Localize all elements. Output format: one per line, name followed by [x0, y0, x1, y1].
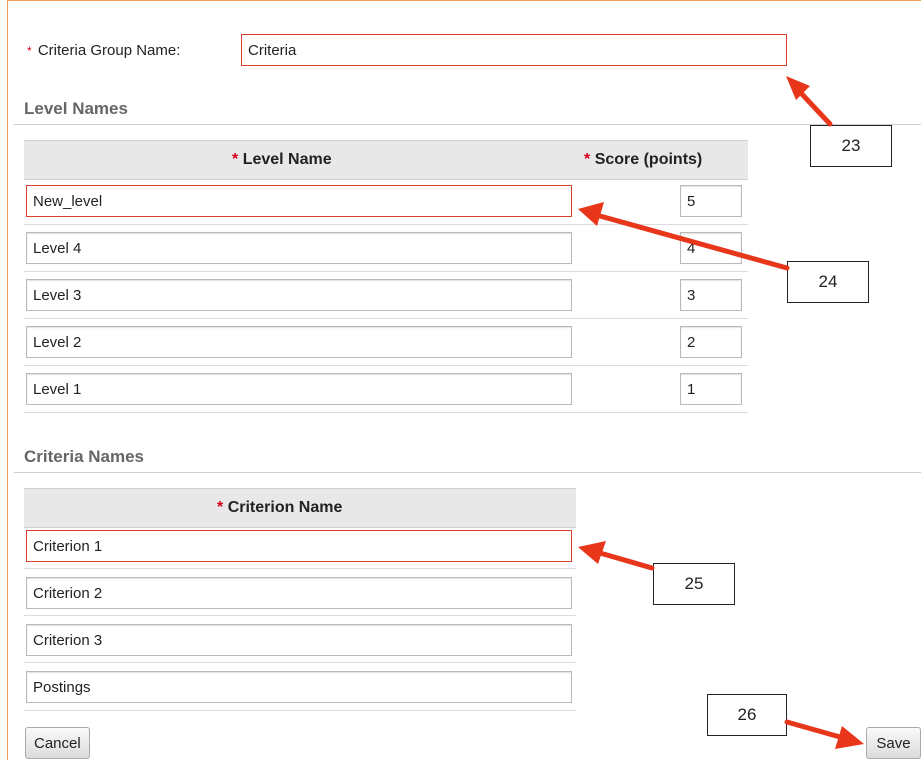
level-name-input[interactable]	[26, 279, 572, 311]
level-score-input[interactable]	[680, 326, 742, 358]
callout-26: 26	[707, 694, 787, 736]
criterion-name-input[interactable]	[26, 624, 572, 656]
row-divider	[24, 365, 748, 366]
criteria-group-label: * Criteria Group Name:	[27, 42, 180, 59]
row-divider	[24, 271, 748, 272]
criteria-table-header: * Criterion Name	[24, 488, 576, 528]
row-divider	[24, 568, 576, 569]
cancel-button[interactable]: Cancel	[25, 727, 90, 759]
level-score-input[interactable]	[680, 185, 742, 217]
levels-table-header: * Level Name * Score (points)	[24, 140, 748, 180]
level-name-input[interactable]	[26, 373, 572, 405]
criteria-group-label-text: Criteria Group Name:	[37, 42, 181, 59]
callout-24: 24	[787, 261, 869, 303]
row-divider	[24, 224, 748, 225]
criteria-names-divider	[14, 472, 921, 473]
level-names-divider	[14, 124, 921, 125]
level-name-input[interactable]	[26, 232, 572, 264]
level-score-input[interactable]	[680, 373, 742, 405]
level-name-column-label: Level Name	[242, 151, 332, 168]
level-score-input[interactable]	[680, 279, 742, 311]
row-divider	[24, 615, 576, 616]
save-button[interactable]: Save	[866, 727, 921, 759]
criteria-group-name-input[interactable]	[241, 34, 787, 66]
score-column-label: Score (points)	[594, 151, 703, 168]
callout-25: 25	[653, 563, 735, 605]
row-divider	[24, 412, 748, 413]
level-name-column-header: * Level Name	[232, 151, 332, 169]
required-marker: *	[232, 151, 239, 168]
callout-23: 23	[810, 125, 892, 167]
level-names-heading: Level Names	[24, 99, 128, 118]
row-divider	[24, 318, 748, 319]
criteria-names-heading: Criteria Names	[24, 447, 145, 466]
required-marker: *	[584, 151, 591, 168]
score-column-header: * Score (points)	[584, 151, 702, 169]
criterion-name-column-header: * Criterion Name	[217, 499, 342, 517]
level-name-input[interactable]	[26, 326, 572, 358]
level-name-input[interactable]	[26, 185, 572, 217]
criterion-name-column-label: Criterion Name	[227, 499, 343, 516]
row-divider	[24, 710, 576, 711]
row-divider	[24, 662, 576, 663]
required-marker: *	[27, 44, 32, 58]
criterion-name-input[interactable]	[26, 577, 572, 609]
required-marker: *	[217, 499, 224, 516]
level-score-input[interactable]	[680, 232, 742, 264]
criterion-name-input[interactable]	[26, 671, 572, 703]
criterion-name-input[interactable]	[26, 530, 572, 562]
